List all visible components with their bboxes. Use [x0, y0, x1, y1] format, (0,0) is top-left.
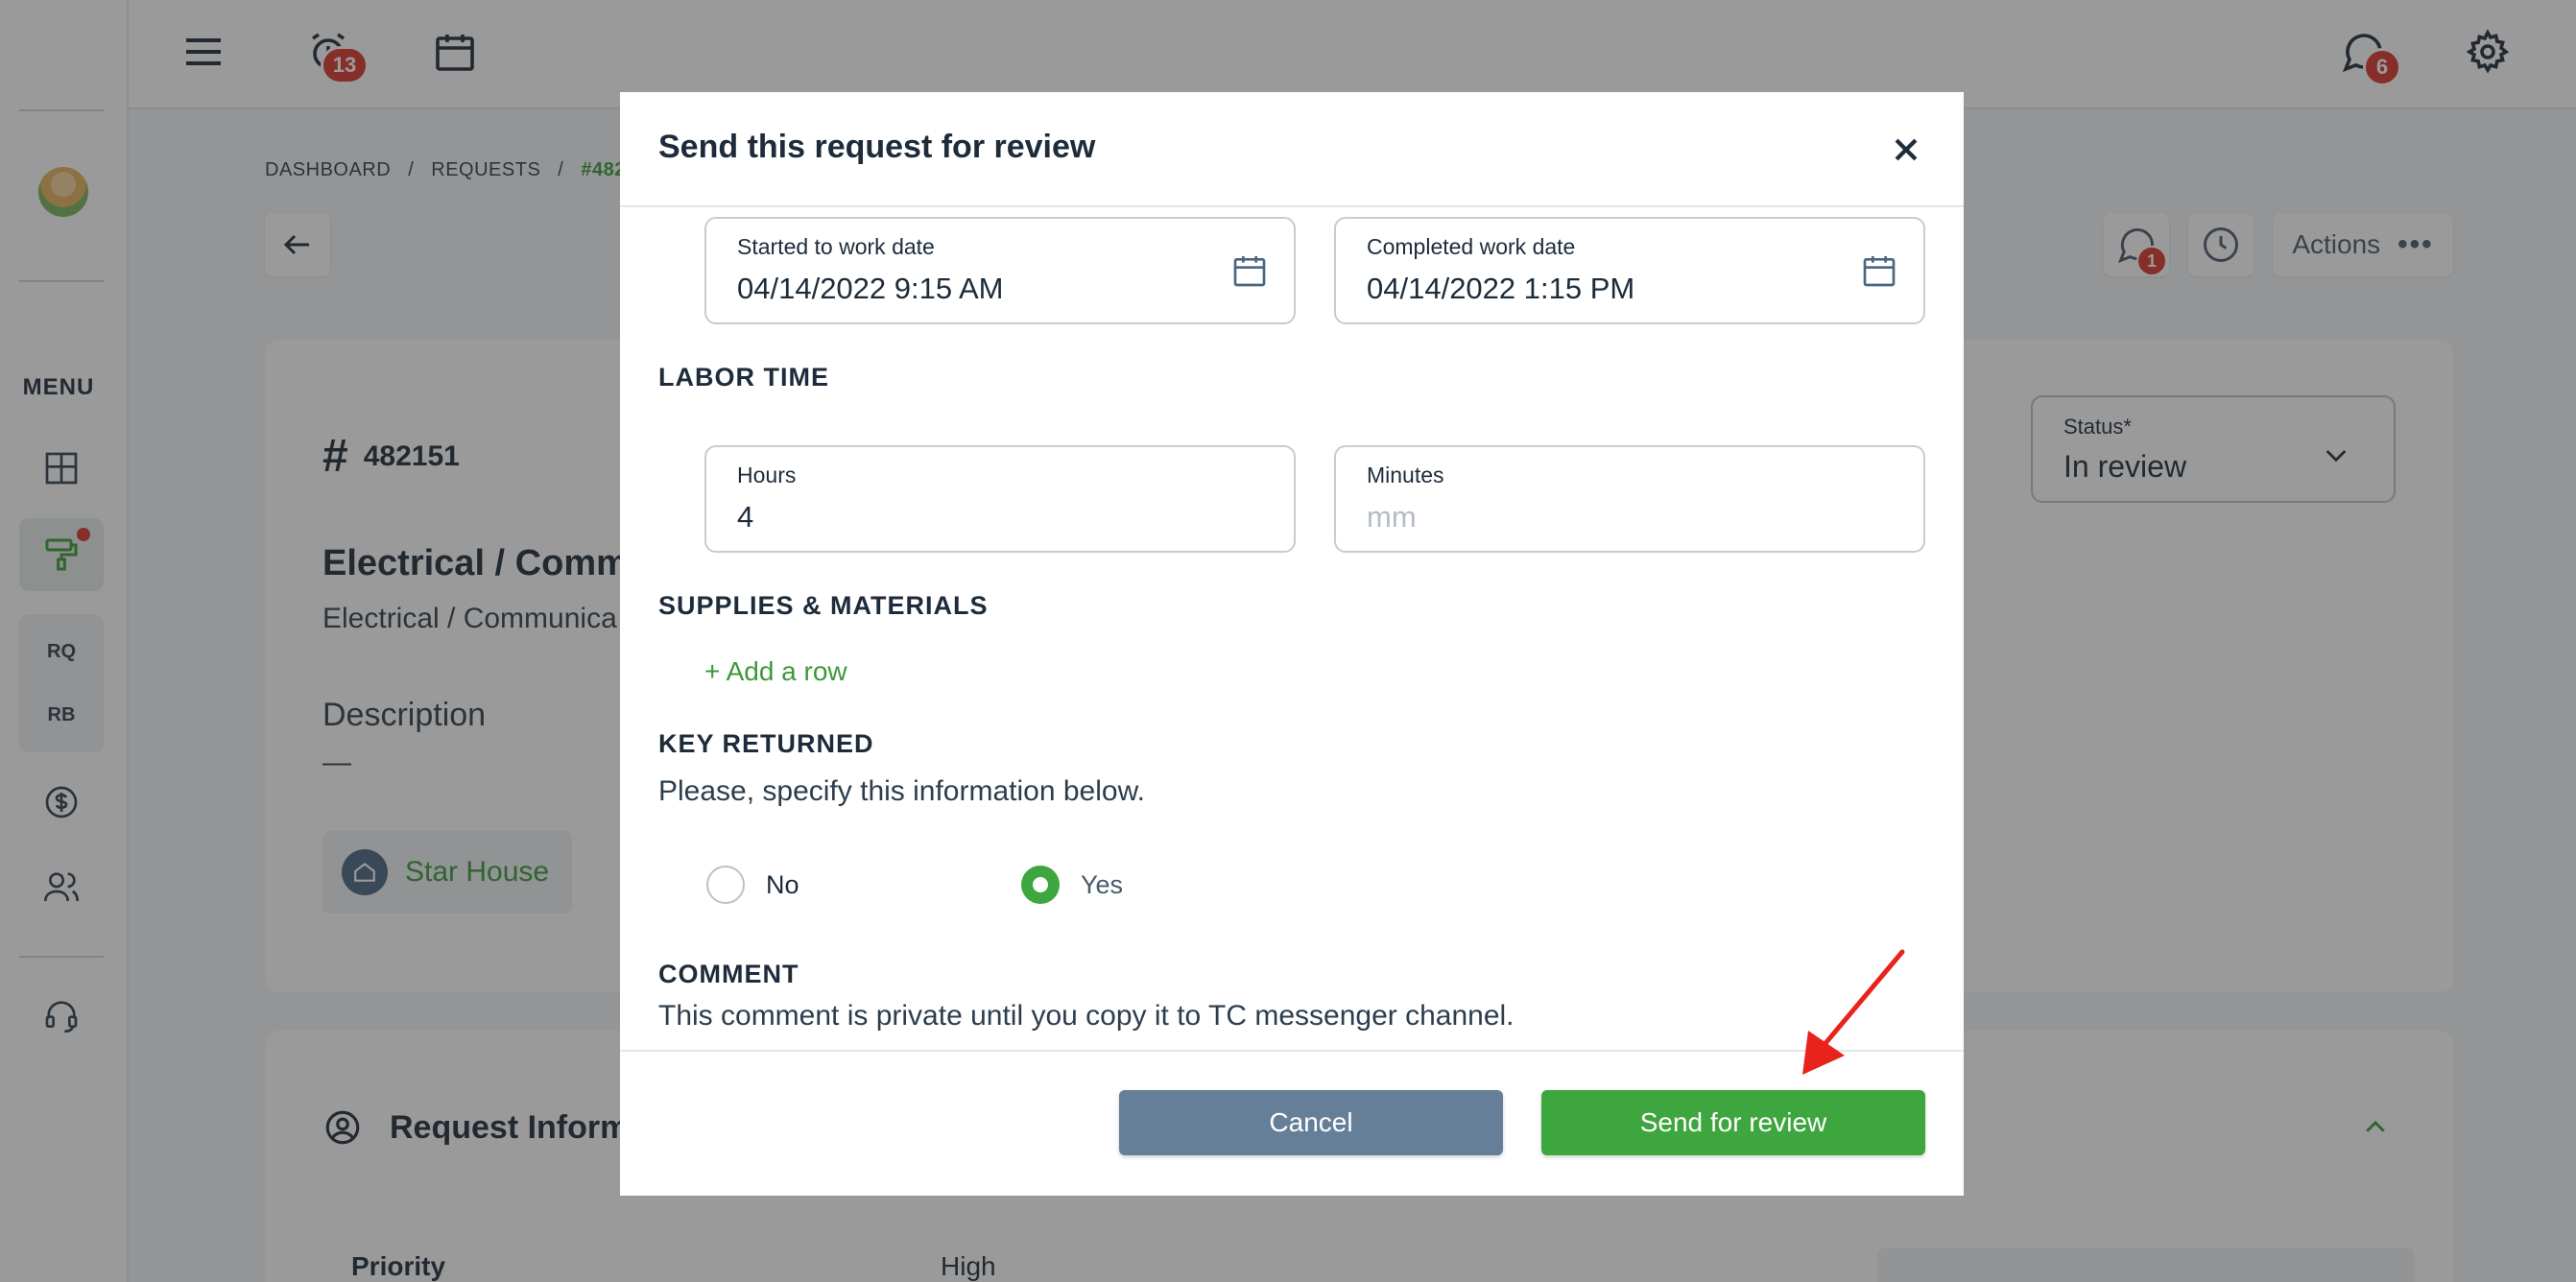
close-button[interactable] [1883, 127, 1929, 173]
completed-date-label: Completed work date [1367, 234, 1576, 259]
close-icon [1895, 138, 1918, 161]
key-returned-yes-radio[interactable]: Yes [1021, 866, 1123, 904]
completed-date-field[interactable]: Completed work date 04/14/2022 1:15 PM [1334, 217, 1925, 324]
key-returned-no-radio[interactable]: No [706, 866, 799, 904]
modal-header: Send this request for review [620, 92, 1964, 207]
started-date-field[interactable]: Started to work date 04/14/2022 9:15 AM [704, 217, 1296, 324]
started-date-label: Started to work date [737, 234, 935, 259]
hours-label: Hours [737, 463, 797, 487]
key-returned-hint: Please, specify this information below. [658, 775, 1145, 807]
hours-field[interactable]: Hours 4 [704, 445, 1296, 553]
radio-circle-selected[interactable] [1021, 866, 1060, 904]
send-for-review-button[interactable]: Send for review [1541, 1090, 1925, 1155]
cancel-button[interactable]: Cancel [1119, 1090, 1503, 1155]
radio-no-label: No [766, 869, 799, 899]
red-arrow-annotation-icon [1802, 949, 1905, 1075]
minutes-input[interactable] [1367, 500, 1827, 534]
hours-value: 4 [737, 500, 754, 534]
radio-circle[interactable] [706, 866, 745, 904]
minutes-field[interactable]: Minutes [1334, 445, 1925, 553]
minutes-label: Minutes [1367, 463, 1444, 487]
send-review-modal: Send this request for review Started to … [620, 92, 1964, 1196]
started-date-value: 04/14/2022 9:15 AM [737, 272, 1004, 305]
completed-date-value: 04/14/2022 1:15 PM [1367, 272, 1635, 305]
comment-hint: This comment is private until you copy i… [658, 1000, 1515, 1032]
key-returned-heading: KEY RETURNED [658, 729, 874, 758]
calendar-icon[interactable] [1860, 251, 1898, 290]
labor-time-heading: LABOR TIME [658, 363, 829, 392]
calendar-icon[interactable] [1230, 251, 1269, 290]
supplies-heading: SUPPLIES & MATERIALS [658, 591, 989, 620]
modal-footer: Cancel Send for review [620, 1050, 1964, 1196]
radio-yes-label: Yes [1081, 869, 1124, 899]
modal-title: Send this request for review [658, 129, 1096, 165]
add-row-link[interactable]: + Add a row [704, 656, 847, 687]
comment-heading: COMMENT [658, 960, 799, 988]
